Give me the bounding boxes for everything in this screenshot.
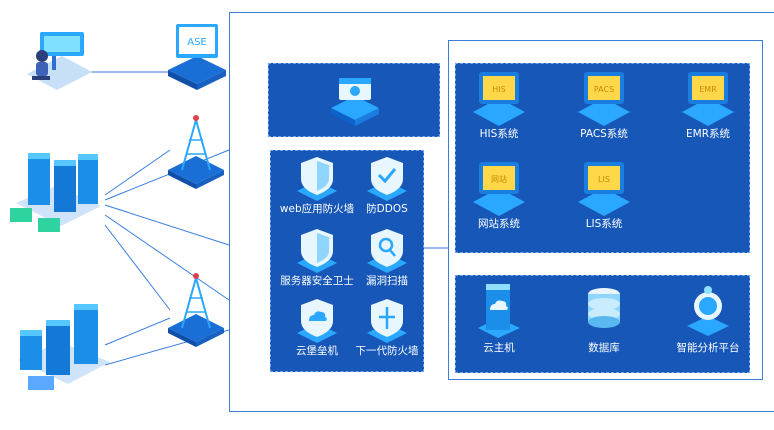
monitor-icon: PACS — [578, 72, 630, 126]
shield-cloud-icon — [297, 299, 337, 343]
server-rack-cluster-icon — [18, 304, 110, 390]
security-item-label: web应用防火墙 — [279, 203, 355, 215]
system-item-label: HIS系统 — [479, 128, 519, 140]
signal-tower-icon — [168, 273, 224, 347]
monitor-screen-text: EMR — [699, 85, 717, 94]
security-item: 服务器安全卫士 — [275, 227, 359, 287]
security-item-label: 下一代防火墙 — [355, 345, 419, 357]
system-item: PACS PACS系统 — [566, 68, 642, 140]
security-item-label: 云堡垒机 — [296, 345, 338, 357]
shield-icon — [297, 229, 337, 273]
shield-search-icon — [367, 229, 407, 273]
system-item: HIS HIS系统 — [464, 68, 534, 140]
gateway-device-icon — [331, 78, 379, 126]
infra-item-label: 云主机 — [483, 342, 515, 354]
signal-tower-icon — [168, 115, 224, 189]
infrastructure-panel: 云主机 数据库 智能分析平台 — [455, 275, 750, 373]
monitor-icon: 网站 — [473, 162, 525, 216]
security-item-label: 防DDOS — [366, 203, 408, 215]
system-item-label: EMR系统 — [686, 128, 730, 140]
gateway-panel — [268, 63, 440, 137]
security-panel: web应用防火墙 防DDOS 服务器安全卫士 漏洞扫描 云堡垒机 下一代防火墙 — [270, 150, 424, 372]
security-item: 漏洞扫描 — [355, 227, 419, 287]
monitor-icon: HIS — [473, 72, 525, 126]
shield-check-icon — [367, 157, 407, 201]
monitor-screen-text: 网站 — [491, 174, 507, 184]
infra-item: 云主机 — [464, 280, 534, 354]
system-item-label: PACS系统 — [580, 128, 628, 140]
system-item-label: 网站系统 — [478, 218, 520, 230]
security-item: 防DDOS — [355, 155, 419, 215]
system-item-label: LIS系统 — [585, 218, 623, 230]
security-item-label: 服务器安全卫士 — [280, 275, 354, 287]
ai-platform-icon — [687, 286, 729, 336]
person-at-desk-icon — [27, 32, 92, 90]
infra-item: 数据库 — [566, 280, 642, 354]
infra-item: 智能分析平台 — [668, 280, 748, 354]
systems-panel: HIS HIS系统 PACS PACS系统 EMR EMR系统 网站 网站系统 — [455, 63, 750, 253]
cloud-host-icon — [478, 284, 520, 338]
security-item: 下一代防火墙 — [355, 297, 419, 357]
middle-device-tower-1 — [166, 110, 226, 194]
security-item-label: 漏洞扫描 — [366, 275, 408, 287]
shield-fire-icon — [367, 299, 407, 343]
infra-item-label: 数据库 — [588, 342, 620, 354]
cloud-monitor-icon: ASE — [168, 24, 226, 90]
monitor-icon: EMR — [682, 72, 734, 126]
system-item: LIS LIS系统 — [566, 158, 642, 230]
server-rack-cluster-icon — [10, 153, 101, 232]
middle-device-tower-2 — [166, 268, 226, 352]
system-item: 网站 网站系统 — [464, 158, 534, 230]
monitor-screen-text: PACS — [594, 85, 614, 94]
infra-item-label: 智能分析平台 — [676, 342, 740, 354]
monitor-screen-text: LIS — [598, 175, 610, 184]
monitor-screen-text: HIS — [492, 85, 505, 94]
middle-device-monitor: ASE — [166, 22, 228, 96]
monitor-icon: LIS — [578, 162, 630, 216]
left-device-2 — [6, 148, 111, 247]
left-device-3 — [10, 290, 115, 404]
database-icon — [588, 288, 620, 328]
security-item: web应用防火墙 — [275, 155, 359, 215]
shield-icon — [297, 157, 337, 201]
security-item: 云堡垒机 — [275, 297, 359, 357]
monitor-screen-text: ASE — [187, 37, 207, 48]
left-device-1 — [22, 26, 92, 100]
system-item: EMR EMR系统 — [670, 68, 746, 140]
